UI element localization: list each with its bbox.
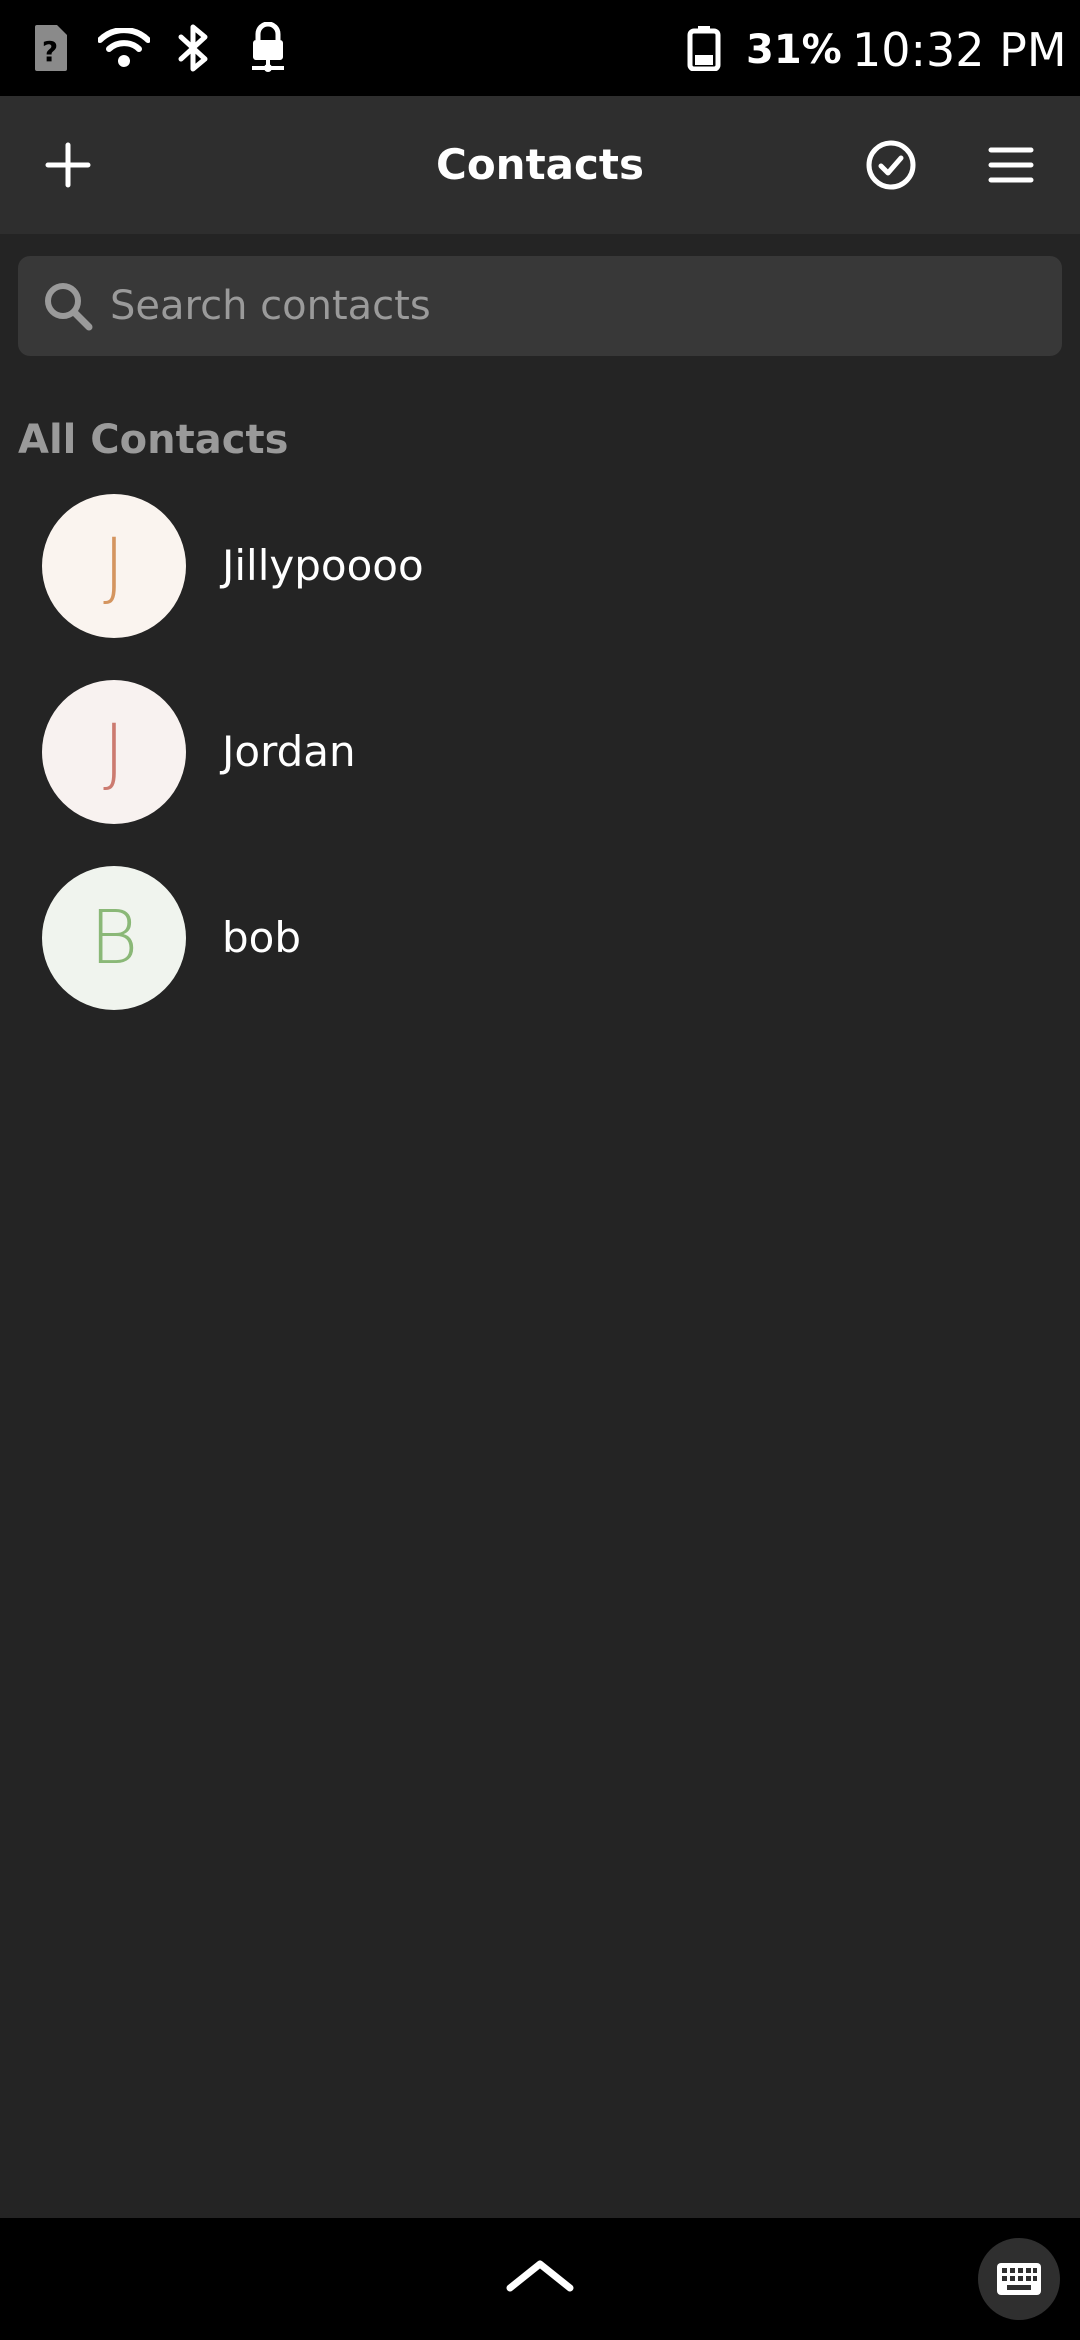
search-input[interactable] bbox=[110, 256, 1040, 356]
check-circle-icon bbox=[866, 140, 916, 190]
contact-row[interactable]: B bob bbox=[0, 852, 1080, 1022]
battery-icon bbox=[684, 22, 724, 74]
avatar-initial: J bbox=[103, 523, 125, 609]
plus-icon bbox=[45, 142, 91, 188]
avatar: J bbox=[42, 494, 186, 638]
contact-name: bob bbox=[222, 913, 302, 962]
app-header: Contacts bbox=[0, 96, 1080, 234]
battery-percent: 31% bbox=[746, 27, 842, 73]
keyboard-toggle-button[interactable] bbox=[978, 2238, 1060, 2320]
contact-row[interactable]: J Jillypoooo bbox=[0, 480, 1080, 650]
contact-name: Jillypoooo bbox=[222, 541, 424, 590]
search-bar bbox=[18, 256, 1062, 356]
wifi-icon bbox=[96, 22, 152, 74]
app-drawer-button[interactable] bbox=[500, 2246, 580, 2306]
navigation-bar bbox=[0, 2218, 1080, 2340]
bluetooth-icon bbox=[172, 22, 216, 74]
menu-button[interactable] bbox=[951, 96, 1071, 234]
status-bar: ? 31% 10:32 PM bbox=[0, 0, 1080, 96]
contact-row[interactable]: J Jordan bbox=[0, 666, 1080, 836]
add-contact-button[interactable] bbox=[8, 96, 128, 234]
sim-unknown-icon: ? bbox=[28, 22, 72, 74]
select-contacts-button[interactable] bbox=[831, 96, 951, 234]
svg-text:?: ? bbox=[42, 35, 58, 68]
search-icon bbox=[45, 283, 93, 331]
avatar: J bbox=[42, 680, 186, 824]
vpn-lock-icon bbox=[244, 22, 292, 74]
hamburger-menu-icon bbox=[988, 147, 1034, 183]
avatar-initial: J bbox=[103, 709, 125, 795]
keyboard-icon bbox=[997, 2263, 1041, 2295]
contact-name: Jordan bbox=[222, 727, 356, 776]
section-title-all-contacts: All Contacts bbox=[18, 417, 289, 463]
clock-time: 10:32 PM bbox=[852, 23, 1067, 77]
avatar-initial: B bbox=[89, 895, 139, 981]
avatar: B bbox=[42, 866, 186, 1010]
chevron-up-icon bbox=[506, 2260, 574, 2292]
